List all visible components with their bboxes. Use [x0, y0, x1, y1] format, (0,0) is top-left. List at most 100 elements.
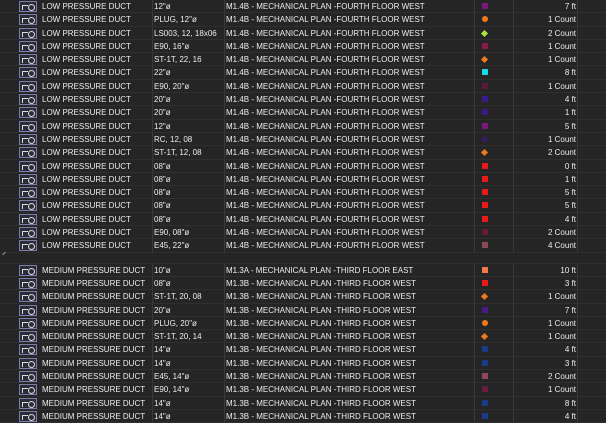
item-size-cell: E45, 14"ø	[152, 370, 224, 383]
table-row[interactable]: LOW PRESSURE DUCT ST-1T, 22, 16 M1.4B - ME…	[0, 53, 606, 67]
row-type-cell	[17, 80, 39, 92]
table-row[interactable]: LOW PRESSURE DUCT 20"ø M1.4B - MECHANICAL …	[0, 106, 606, 120]
trailing-cell	[577, 239, 606, 252]
measurement-tool-icon	[19, 67, 37, 79]
measurement-tool-icon	[19, 1, 37, 12]
measurement-tool-icon	[19, 317, 37, 329]
sheet-name-cell: M1.4B - MECHANICAL PLAN -FOURTH FLOOR WE…	[224, 239, 476, 252]
table-row[interactable]: LOW PRESSURE DUCT E90, 08"ø M1.4B - MECHAN…	[0, 226, 606, 240]
quantity-cell: 1 Count	[513, 383, 577, 396]
color-swatch-square-icon	[482, 242, 488, 249]
quantity-cell: 2 Count	[513, 370, 577, 383]
color-swatch-square-icon	[482, 229, 488, 236]
collapse-mark-icon[interactable]	[2, 251, 6, 255]
table-row[interactable]: MEDIUM PRESSURE DUCT 08"ø M1.3B - MECHANIC…	[0, 276, 606, 291]
table-row[interactable]: MEDIUM PRESSURE DUCT PLUG, 20"ø M1.3B - ME…	[0, 316, 606, 331]
measurement-tool-icon	[19, 187, 37, 199]
quantity-cell: 1 Count	[513, 39, 577, 53]
measurement-tool-icon	[19, 94, 37, 106]
item-name-cell: LOW PRESSURE DUCT	[42, 201, 131, 211]
table-row[interactable]: MEDIUM PRESSURE DUCT 14"ø M1.3B - MECHANIC…	[0, 409, 606, 423]
table-row[interactable]: MEDIUM PRESSURE DUCT 14"ø M1.3B - MECHANIC…	[0, 356, 606, 371]
table-row[interactable]: MEDIUM PRESSURE DUCT 14"ø M1.3B - MECHANIC…	[0, 396, 606, 410]
row-type-cell	[17, 277, 39, 289]
table-row[interactable]: LOW PRESSURE DUCT LS003, 12, 18x06 M1.4B -…	[0, 26, 606, 40]
trailing-cell	[577, 212, 606, 226]
quantity-cell: 4 ft	[513, 343, 577, 356]
item-size-cell: 12"ø	[152, 119, 224, 132]
trailing-cell	[577, 343, 606, 356]
table-row[interactable]: LOW PRESSURE DUCT RC, 12, 08 M1.4B - MECHA…	[0, 132, 606, 147]
table-row[interactable]: MEDIUM PRESSURE DUCT 14"ø M1.3B - MECHANIC…	[0, 343, 606, 357]
sheet-name-cell: M1.4B - MECHANICAL PLAN -FOURTH FLOOR WE…	[224, 199, 476, 212]
table-row[interactable]: LOW PRESSURE DUCT 12"ø M1.4B - MECHANICAL …	[0, 119, 606, 133]
color-cell	[474, 119, 513, 132]
trailing-cell	[577, 119, 606, 132]
sheet-name-cell: M1.3B - MECHANICAL PLAN -THIRD FLOOR WES…	[224, 343, 476, 356]
table-row[interactable]: LOW PRESSURE DUCT E90, 16"ø M1.4B - MECHAN…	[0, 39, 606, 54]
sheet-name-cell: M1.3B - MECHANICAL PLAN -THIRD FLOOR WES…	[224, 290, 476, 303]
table-row[interactable]: LOW PRESSURE DUCT E90, 20"ø M1.4B - MECHAN…	[0, 79, 606, 94]
measurement-tool-icon	[19, 213, 37, 225]
quantity-cell: 2 Count	[513, 26, 577, 39]
table-row[interactable]: LOW PRESSURE DUCT PLUG, 12"ø M1.4B - MECHA…	[0, 13, 606, 27]
table-row[interactable]: LOW PRESSURE DUCT 20"ø M1.4B - MECHANICAL …	[0, 93, 606, 107]
trailing-cell	[577, 66, 606, 79]
table-row[interactable]: MEDIUM PRESSURE DUCT E90, 14"ø M1.3B - MEC…	[0, 383, 606, 397]
table-row[interactable]: LOW PRESSURE DUCT 22"ø M1.4B - MECHANICAL …	[0, 66, 606, 80]
measurement-tool-icon	[19, 384, 37, 396]
trailing-cell	[577, 132, 606, 146]
color-cell	[474, 409, 513, 423]
row-type-cell	[17, 40, 39, 52]
table-row[interactable]: LOW PRESSURE DUCT 08"ø M1.4B - MECHANICAL …	[0, 172, 606, 187]
row-type-cell	[17, 13, 39, 26]
item-size-cell: LS003, 12, 18x06	[152, 26, 224, 39]
trailing-cell	[577, 93, 606, 106]
table-row[interactable]: LOW PRESSURE DUCT 12"ø M1.4B - MECHANICAL …	[0, 0, 606, 14]
color-cell	[474, 26, 513, 39]
quantity-cell: 1 Count	[513, 132, 577, 146]
sheet-name-cell: M1.4B - MECHANICAL PLAN -FOURTH FLOOR WE…	[224, 13, 476, 26]
measurement-tool-icon	[19, 120, 37, 132]
table-row[interactable]: MEDIUM PRESSURE DUCT 10"ø M1.3A - MECHANIC…	[0, 263, 606, 277]
item-name-cell: MEDIUM PRESSURE DUCT	[42, 278, 146, 288]
item-name-cell: MEDIUM PRESSURE DUCT	[42, 385, 146, 395]
trailing-cell	[577, 330, 606, 343]
color-cell	[474, 356, 513, 370]
table-row[interactable]: LOW PRESSURE DUCT E45, 22"ø M1.4B - MECHAN…	[0, 239, 606, 253]
color-swatch-square-icon	[482, 162, 488, 169]
color-cell	[474, 276, 513, 290]
table-row[interactable]: LOW PRESSURE DUCT 08"ø M1.4B - MECHANICAL …	[0, 159, 606, 173]
sheet-name-cell: M1.4B - MECHANICAL PLAN -FOURTH FLOOR WE…	[224, 186, 476, 199]
quantity-cell: 8 ft	[513, 66, 577, 79]
item-size-cell: 22"ø	[152, 66, 224, 79]
row-type-cell	[17, 146, 39, 159]
table-row[interactable]: MEDIUM PRESSURE DUCT 20"ø M1.3B - MECHANIC…	[0, 303, 606, 317]
row-type-cell	[17, 199, 39, 212]
trailing-cell	[577, 39, 606, 53]
table-row[interactable]: MEDIUM PRESSURE DUCT E45, 14"ø M1.3B - MEC…	[0, 370, 606, 384]
table-row[interactable]: MEDIUM PRESSURE DUCT ST-1T, 20, 14 M1.3B -…	[0, 330, 606, 344]
item-name-cell: LOW PRESSURE DUCT	[42, 214, 131, 224]
row-type-cell	[17, 383, 39, 396]
trailing-cell	[577, 370, 606, 383]
table-row[interactable]: LOW PRESSURE DUCT 08"ø M1.4B - MECHANICAL …	[0, 212, 606, 227]
color-cell	[474, 93, 513, 106]
quantity-cell: 1 Count	[513, 13, 577, 26]
sheet-name-cell: M1.3B - MECHANICAL PLAN -THIRD FLOOR WES…	[224, 383, 476, 396]
table-row[interactable]: LOW PRESSURE DUCT ST-1T, 12, 08 M1.4B - ME…	[0, 146, 606, 160]
table-row[interactable]: MEDIUM PRESSURE DUCT ST-1T, 20, 08 M1.3B -…	[0, 290, 606, 304]
color-cell	[474, 396, 513, 409]
measurement-tool-icon	[19, 227, 37, 239]
table-row[interactable]: LOW PRESSURE DUCT 08"ø M1.4B - MECHANICAL …	[0, 186, 606, 200]
color-swatch-square-icon	[482, 306, 488, 313]
item-size-cell: 10"ø	[152, 263, 224, 276]
color-cell	[474, 239, 513, 252]
sheet-name-cell: M1.3B - MECHANICAL PLAN -THIRD FLOOR WES…	[224, 276, 476, 290]
color-cell	[474, 172, 513, 186]
trailing-cell	[577, 316, 606, 330]
table-row[interactable]: LOW PRESSURE DUCT 08"ø M1.4B - MECHANICAL …	[0, 199, 606, 213]
measurement-tool-icon	[19, 133, 37, 145]
sheet-name-cell: M1.3B - MECHANICAL PLAN -THIRD FLOOR WES…	[224, 316, 476, 330]
item-size-cell: 08"ø	[152, 276, 224, 290]
